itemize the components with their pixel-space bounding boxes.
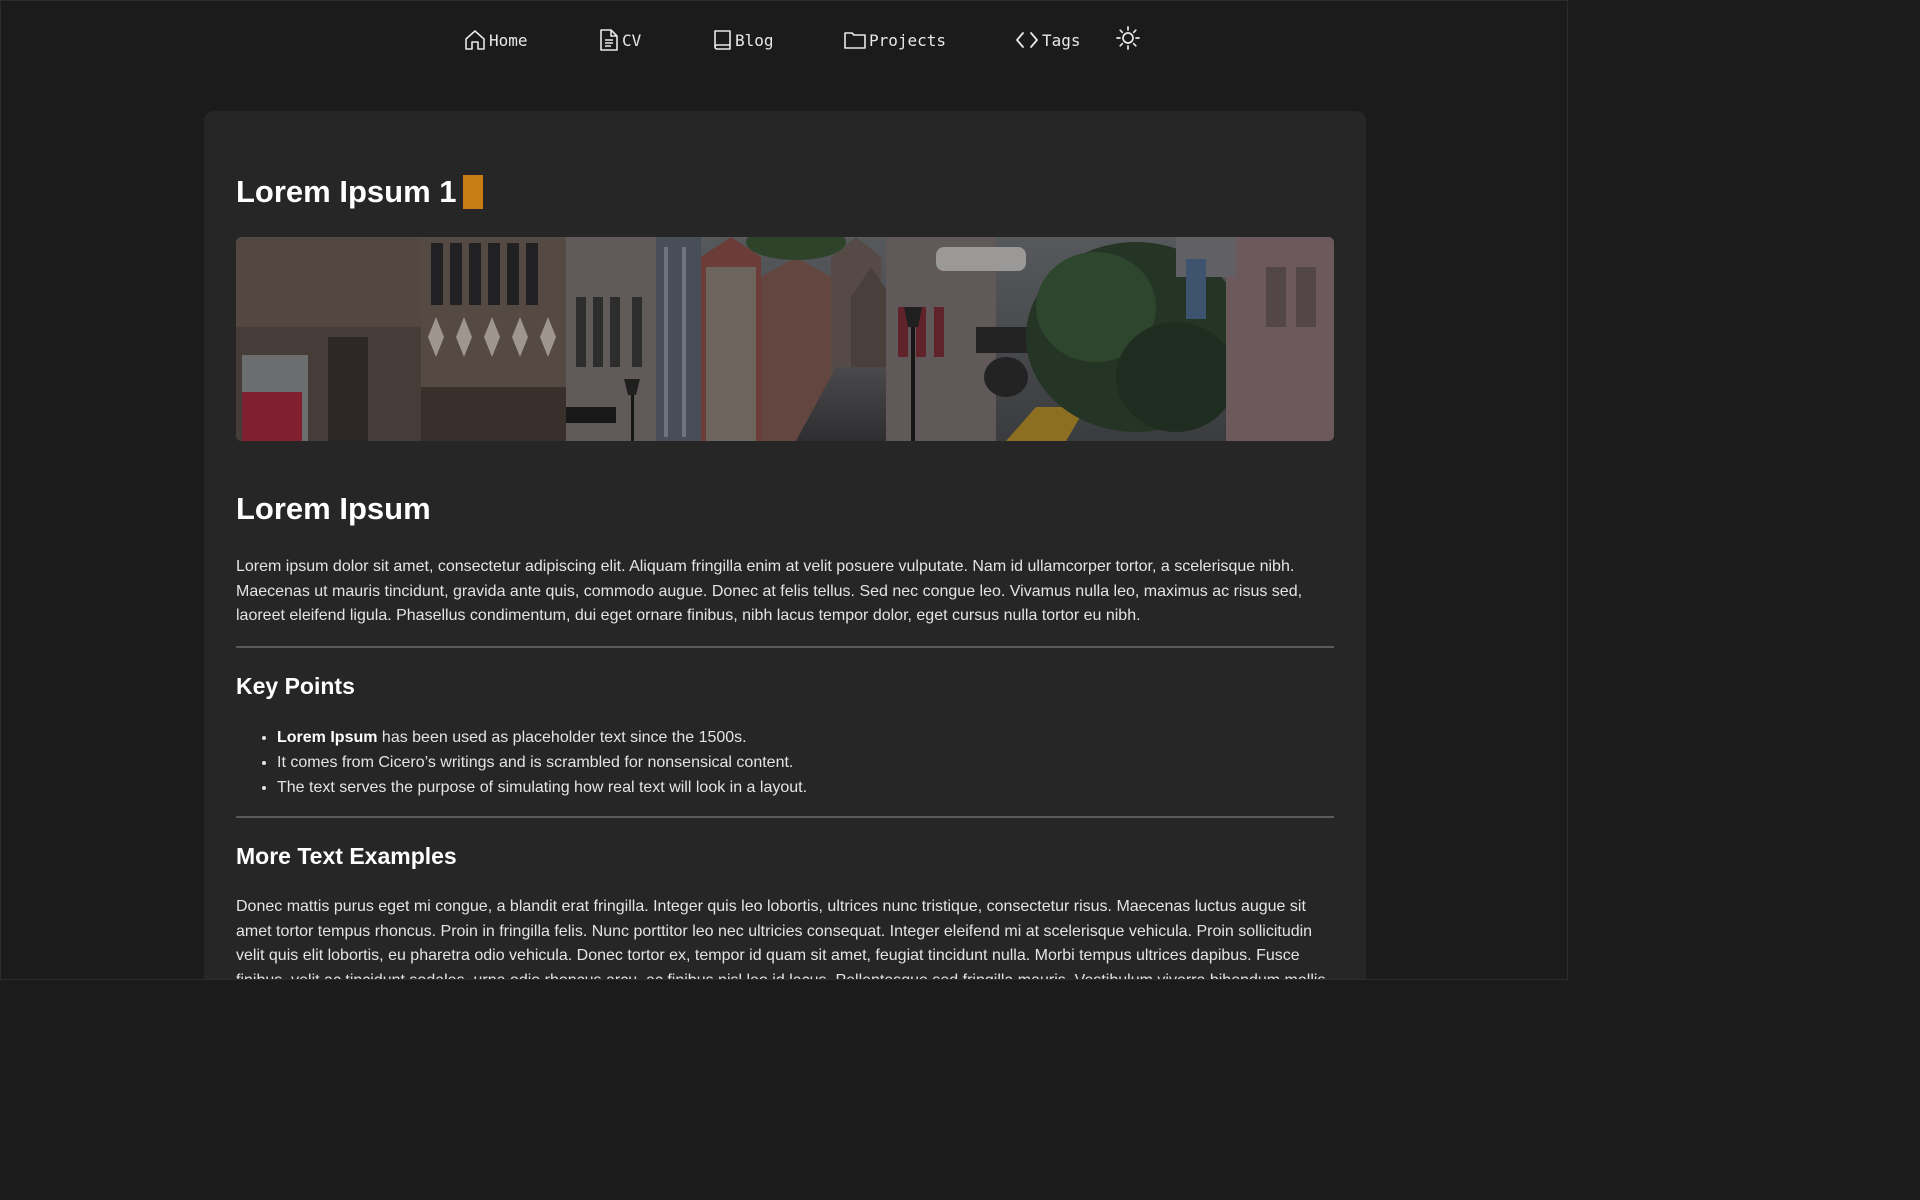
hero-image: [236, 237, 1334, 441]
code-icon: [1014, 28, 1040, 52]
list-item: Lorem Ipsum has been used as placeholder…: [277, 725, 807, 750]
section-divider: [236, 646, 1334, 648]
list-item-text: has been used as placeholder text since …: [377, 729, 747, 746]
list-item-text: The text serves the purpose of simulatin…: [277, 779, 808, 796]
nav-projects-label: Projects: [869, 30, 947, 50]
article-heading: Lorem Ipsum: [236, 491, 431, 526]
list-item: It comes from Cicero’s writings and is s…: [277, 750, 807, 775]
nav-cv-label: CV: [622, 30, 642, 50]
top-navigation: Home CV Blog Projects Tags: [1, 1, 1567, 79]
theme-toggle-button[interactable]: [1115, 25, 1141, 55]
document-icon: [598, 28, 620, 52]
key-points-heading: Key Points: [236, 673, 355, 699]
key-points-list: Lorem Ipsum has been used as placeholder…: [236, 725, 807, 800]
home-icon: [463, 28, 487, 52]
list-item: The text serves the purpose of simulatin…: [277, 775, 807, 800]
nav-tags-label: Tags: [1042, 30, 1081, 50]
nav-projects-link[interactable]: Projects: [843, 27, 946, 53]
title-accent-block: [462, 175, 483, 209]
nav-cv-link[interactable]: CV: [598, 27, 641, 53]
list-item-text: It comes from Cicero’s writings and is s…: [277, 754, 794, 771]
nav-tags-link[interactable]: Tags: [1014, 27, 1081, 53]
nav-home-link[interactable]: Home: [463, 27, 528, 53]
post-title: Lorem Ipsum 1: [236, 174, 457, 209]
folder-icon: [843, 28, 867, 52]
sun-icon: [1115, 25, 1141, 55]
nav-home-label: Home: [489, 30, 528, 50]
article-card: Lorem Ipsum 1 Lorem Ipsum Lorem ipsum do…: [204, 111, 1366, 980]
section-divider: [236, 816, 1334, 818]
nav-blog-label: Blog: [735, 30, 774, 50]
intro-paragraph: Lorem ipsum dolor sit amet, consectetur …: [236, 558, 1303, 624]
list-item-bold: Lorem Ipsum: [277, 729, 378, 746]
more-text-heading: More Text Examples: [236, 843, 457, 869]
page: Home CV Blog Projects Tags Lorem Ipsum 1…: [0, 0, 1568, 980]
post-title-row: Lorem Ipsum 1: [236, 171, 483, 213]
nav-blog-link[interactable]: Blog: [711, 27, 774, 53]
book-icon: [711, 28, 733, 52]
more-text-paragraph: Donec mattis purus eget mi congue, a bla…: [236, 898, 1330, 980]
